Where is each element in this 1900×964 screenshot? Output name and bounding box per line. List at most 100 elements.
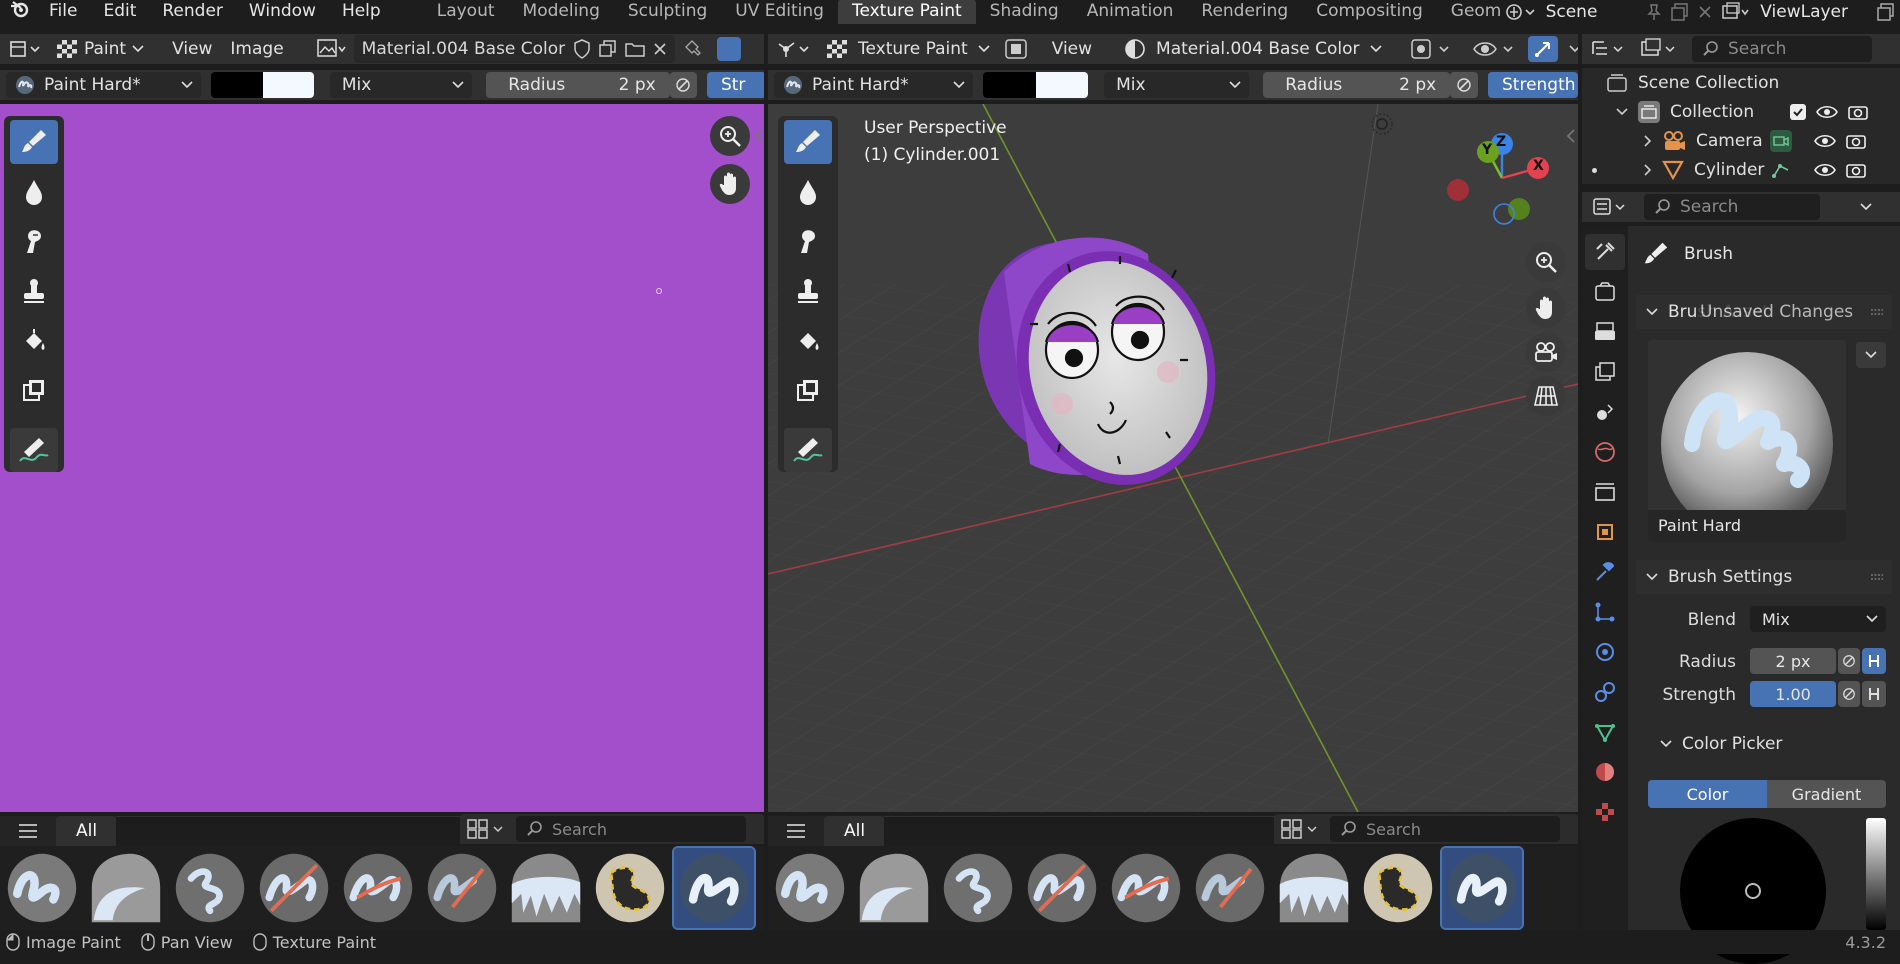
zoom-view-icon-image-editor[interactable] [710,116,750,156]
eye-icon[interactable] [1814,134,1836,148]
zoom-view-icon[interactable] [1526,242,1566,282]
menu-render[interactable]: Render [149,0,236,24]
brush-settings-panel-header[interactable]: Brush Settings [1636,560,1892,594]
outliner-row-cylinder[interactable]: Cylinder [1644,156,1866,184]
image-browse-icon[interactable] [312,36,352,62]
color-tab[interactable]: Color [1648,780,1767,808]
image-name-field[interactable]: Material.004 Base Color [353,35,676,63]
menu-edit[interactable]: Edit [90,0,149,24]
viewport-shading-icon[interactable] [1402,36,1462,62]
image-editor-brush-asset-6[interactable] [422,848,502,928]
image-editor-brush-asset-1[interactable] [2,848,82,928]
pin-scene-icon[interactable] [1642,3,1667,21]
drag-handle-icon[interactable] [1870,573,1884,581]
delete-scene-icon[interactable] [1693,5,1718,19]
image-editor-brush-asset-7[interactable] [506,848,586,928]
sidebar-toggle-arrow-icon[interactable] [754,128,764,144]
particles-tab-icon[interactable] [1585,594,1625,630]
workspace-tab-texture-paint[interactable]: Texture Paint [837,0,976,24]
hamburger-menu-icon[interactable] [768,823,824,839]
workspace-tab-geometry[interactable]: Geomet [1437,0,1502,24]
camera-render-icon[interactable] [1848,104,1868,120]
image-mode-dropdown[interactable]: Paint [48,36,152,62]
texture-paint-mode-dropdown[interactable]: Texture Paint [818,36,998,62]
strength-field-viewport[interactable]: Strength [1488,72,1578,98]
primary-color-swatch[interactable] [210,72,264,98]
editor-type-3d-icon[interactable] [772,36,816,62]
outliner-search-input[interactable]: Search [1692,36,1872,62]
image-editor-brush-asset-5[interactable] [338,848,418,928]
chevron-down-icon[interactable] [1616,108,1628,116]
menu-view-viewport[interactable]: View [1044,36,1100,62]
visibility-toggle-icon[interactable] [1464,36,1526,62]
unlink-image-icon[interactable] [653,42,667,56]
viewport-brush-asset-2[interactable] [854,848,934,928]
display-size-icon[interactable] [1280,818,1320,840]
color-picker-panel-header[interactable]: Color Picker [1660,734,1782,754]
pressure-radius-icon[interactable] [669,72,697,98]
mask-toggle-icon[interactable] [1000,36,1032,62]
workspace-tab-uv-editing[interactable]: UV Editing [721,0,838,24]
chevron-down-icon[interactable] [1860,203,1872,211]
draw-tool-icon[interactable] [784,120,832,164]
menu-file[interactable]: File [36,0,90,24]
new-scene-icon[interactable] [1667,3,1692,21]
viewport-brush-asset-3[interactable] [938,848,1018,928]
brush-asset-preview[interactable]: Paint Hard [1648,340,1846,542]
strength-field-properties[interactable]: 1.00 [1750,681,1836,707]
pin-image-icon[interactable] [677,36,711,62]
viewport-brush-asset-4[interactable] [1022,848,1102,928]
color-swatches-viewport[interactable] [982,72,1089,98]
asset-search-input-viewport[interactable]: Search [1330,816,1560,842]
menu-image[interactable]: Image [222,36,291,62]
sidebar-toggle-arrow-icon[interactable] [1566,128,1576,144]
pan-view-icon[interactable] [1526,288,1566,328]
soften-tool-icon[interactable] [784,170,832,214]
smear-tool-icon[interactable] [784,219,832,263]
image-editor-brush-asset-8[interactable] [590,848,670,928]
strength-pressure-icon[interactable] [1838,681,1860,707]
render-tab-icon[interactable] [1585,274,1625,310]
radius-field-viewport[interactable]: Radius 2 px [1263,72,1451,98]
view-layer-tab-icon[interactable] [1585,354,1625,390]
image-editor-brush-asset-3[interactable] [170,848,250,928]
ortho-perspective-icon[interactable] [1526,376,1566,416]
object-tab-icon[interactable] [1585,514,1625,550]
fill-tool-icon[interactable] [784,319,832,363]
blend-mode-image-editor[interactable]: Mix [329,72,473,98]
gradient-tab[interactable]: Gradient [1767,780,1886,808]
brush-asset-panel-header[interactable]: Brush Asset Unsaved Changes [1636,295,1892,329]
workspace-tab-layout[interactable]: Layout [423,0,509,24]
viewport-brush-asset-6[interactable] [1190,848,1270,928]
drag-handle-icon[interactable] [1870,308,1884,316]
fill-tool-icon[interactable] [10,319,58,363]
gizmo-toggle-icon[interactable] [1527,36,1578,62]
eye-icon[interactable] [1814,163,1836,177]
scene-tab-icon[interactable] [1585,394,1625,430]
texture-tab-icon[interactable] [1585,794,1625,830]
viewport-brush-asset-9[interactable] [1440,846,1524,930]
properties-editor-type-icon[interactable] [1592,196,1628,218]
blend-dropdown[interactable]: Mix [1750,606,1886,632]
output-tab-icon[interactable] [1585,314,1625,350]
workspace-tab-animation[interactable]: Animation [1073,0,1188,24]
material-slot-dropdown[interactable]: Material.004 Base Color [1116,36,1390,62]
editor-type-image-icon[interactable] [4,36,46,62]
workspace-tab-modeling[interactable]: Modeling [509,0,614,24]
scene-name-field[interactable]: Scene [1540,2,1642,22]
workspace-tab-rendering[interactable]: Rendering [1187,0,1302,24]
camera-render-icon[interactable] [1846,133,1866,149]
collection-tab-icon[interactable] [1585,474,1625,510]
camera-data-icon[interactable] [1770,130,1792,152]
data-tab-icon[interactable] [1585,714,1625,750]
viewport-brush-asset-1[interactable] [770,848,850,928]
chevron-right-icon[interactable] [1644,135,1652,147]
display-mode-icon[interactable] [1640,38,1680,60]
pan-view-icon-image-editor[interactable] [710,164,750,204]
new-view-layer-icon[interactable] [1873,3,1900,21]
radius-unit-icon[interactable] [1862,648,1886,674]
pressure-radius-icon[interactable] [1450,72,1478,98]
image-canvas[interactable] [0,104,764,812]
annotate-tool-icon[interactable] [784,428,832,472]
outliner-row-scene-collection[interactable]: Scene Collection [1606,69,1779,97]
